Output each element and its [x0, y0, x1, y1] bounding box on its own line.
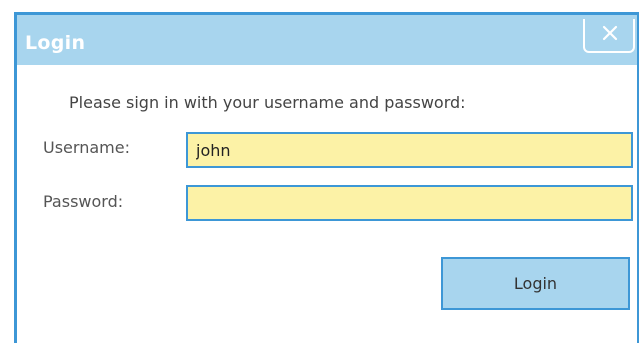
login-button[interactable]: Login	[441, 257, 630, 310]
close-button[interactable]	[583, 19, 635, 53]
dialog-title: Login	[25, 32, 86, 54]
password-label: Password:	[43, 192, 124, 211]
dialog-titlebar: Login	[17, 15, 637, 65]
close-icon	[602, 25, 618, 41]
password-field[interactable]	[186, 185, 633, 221]
username-label: Username:	[43, 138, 130, 157]
username-field[interactable]	[186, 132, 633, 168]
sign-in-prompt: Please sign in with your username and pa…	[69, 93, 466, 112]
page: Login Please sign in with your username …	[0, 0, 639, 343]
login-dialog: Login Please sign in with your username …	[14, 12, 639, 343]
